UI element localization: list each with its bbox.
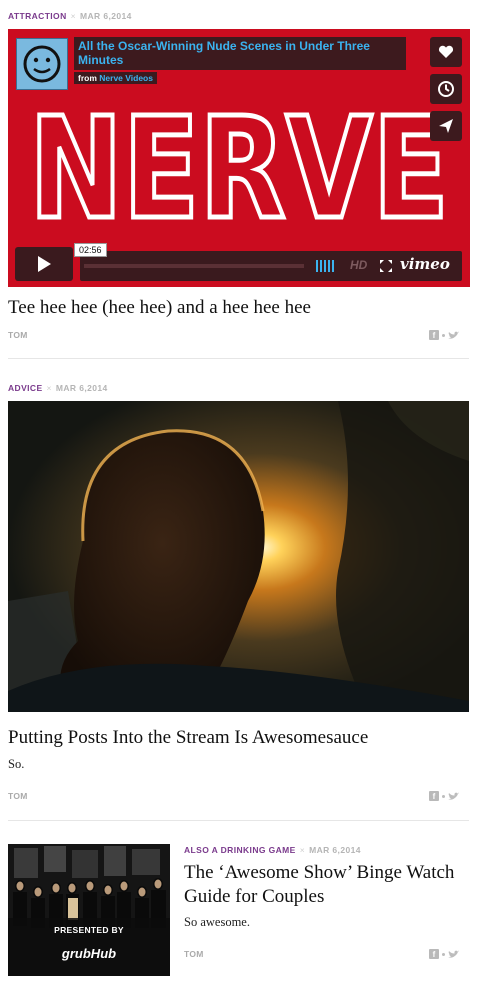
post-title[interactable]: Putting Posts Into the Stream Is Awesome…	[8, 726, 368, 750]
category-link[interactable]: Attraction	[8, 11, 67, 21]
clock-icon	[438, 81, 454, 97]
control-bar[interactable]: HD vimeo	[80, 251, 462, 281]
progress-track[interactable]	[84, 264, 304, 268]
category-link[interactable]: Advice	[8, 383, 43, 393]
share-links: f	[429, 791, 459, 801]
meta-separator: ×	[46, 383, 52, 393]
play-button[interactable]	[15, 247, 73, 281]
post-title[interactable]: Tee hee hee (hee hee) and a hee hee hee	[8, 296, 311, 320]
post-title[interactable]: The ‘Awesome Show’ Binge Watch Guide for…	[184, 861, 469, 909]
post-author[interactable]: Tom	[8, 791, 28, 801]
heart-icon	[438, 45, 454, 58]
twitter-icon[interactable]	[448, 950, 459, 959]
nerve-wordmark-text: NERVE	[29, 91, 449, 231]
video-source: from Nerve Videos	[74, 72, 157, 84]
separator-dot	[442, 952, 445, 956]
twitter-icon[interactable]	[448, 331, 459, 340]
post-meta: Attraction × Mar 6,2014	[8, 11, 132, 21]
meta-separator: ×	[299, 845, 306, 855]
channel-avatar[interactable]	[16, 38, 68, 90]
video-title[interactable]: All the Oscar-Winning Nude Scenes in Und…	[78, 39, 402, 67]
post-date: Mar 6,2014	[80, 11, 132, 21]
from-label: from	[78, 73, 97, 83]
post-author[interactable]: Tom	[184, 949, 204, 959]
meta-separator: ×	[70, 11, 76, 21]
smiley-icon	[23, 45, 61, 83]
share-links: f	[429, 330, 459, 340]
category-link[interactable]: Also a drinking game	[184, 845, 296, 855]
post-date: Mar 6,2014	[55, 383, 108, 393]
volume-icon[interactable]	[316, 260, 338, 272]
like-button[interactable]	[430, 37, 462, 67]
source-link[interactable]: Nerve Videos	[99, 73, 153, 83]
fullscreen-icon[interactable]	[380, 260, 392, 272]
video-player[interactable]: NERVE All the Oscar-Winning Nude Scenes …	[8, 29, 470, 287]
share-button[interactable]	[430, 111, 462, 141]
facebook-icon[interactable]: f	[429, 791, 439, 801]
separator-dot	[442, 333, 445, 337]
post-excerpt: So awesome.	[184, 915, 250, 929]
watch-later-button[interactable]	[430, 74, 462, 104]
post-author[interactable]: Tom	[8, 330, 28, 340]
divider	[8, 358, 469, 359]
post-meta: Advice × Mar 6,2014	[8, 383, 108, 393]
sponsor-logo: grubHub	[61, 946, 117, 961]
share-links: f	[429, 949, 459, 959]
video-title-box[interactable]: All the Oscar-Winning Nude Scenes in Und…	[74, 37, 406, 70]
post-meta: Also a drinking game × Mar 6,2014	[184, 845, 361, 855]
post-thumbnail[interactable]: PRESENTED BY grubHub	[8, 844, 170, 976]
facebook-icon[interactable]: f	[429, 949, 439, 959]
post-excerpt: So.	[8, 757, 25, 771]
separator-dot	[442, 794, 445, 798]
post-date: Mar 6,2014	[309, 845, 361, 855]
divider	[8, 820, 469, 821]
play-icon	[38, 256, 51, 272]
presented-by-label: PRESENTED BY	[54, 925, 124, 935]
post-image[interactable]	[8, 401, 469, 712]
twitter-icon[interactable]	[448, 792, 459, 801]
vimeo-logo[interactable]: vimeo	[400, 255, 450, 273]
nerve-wordmark: NERVE	[27, 91, 452, 231]
facebook-icon[interactable]: f	[429, 330, 439, 340]
sunset-portrait-image	[8, 401, 469, 712]
send-icon	[439, 119, 453, 133]
hd-button[interactable]: HD	[350, 258, 367, 272]
time-badge: 02:56	[74, 243, 107, 257]
